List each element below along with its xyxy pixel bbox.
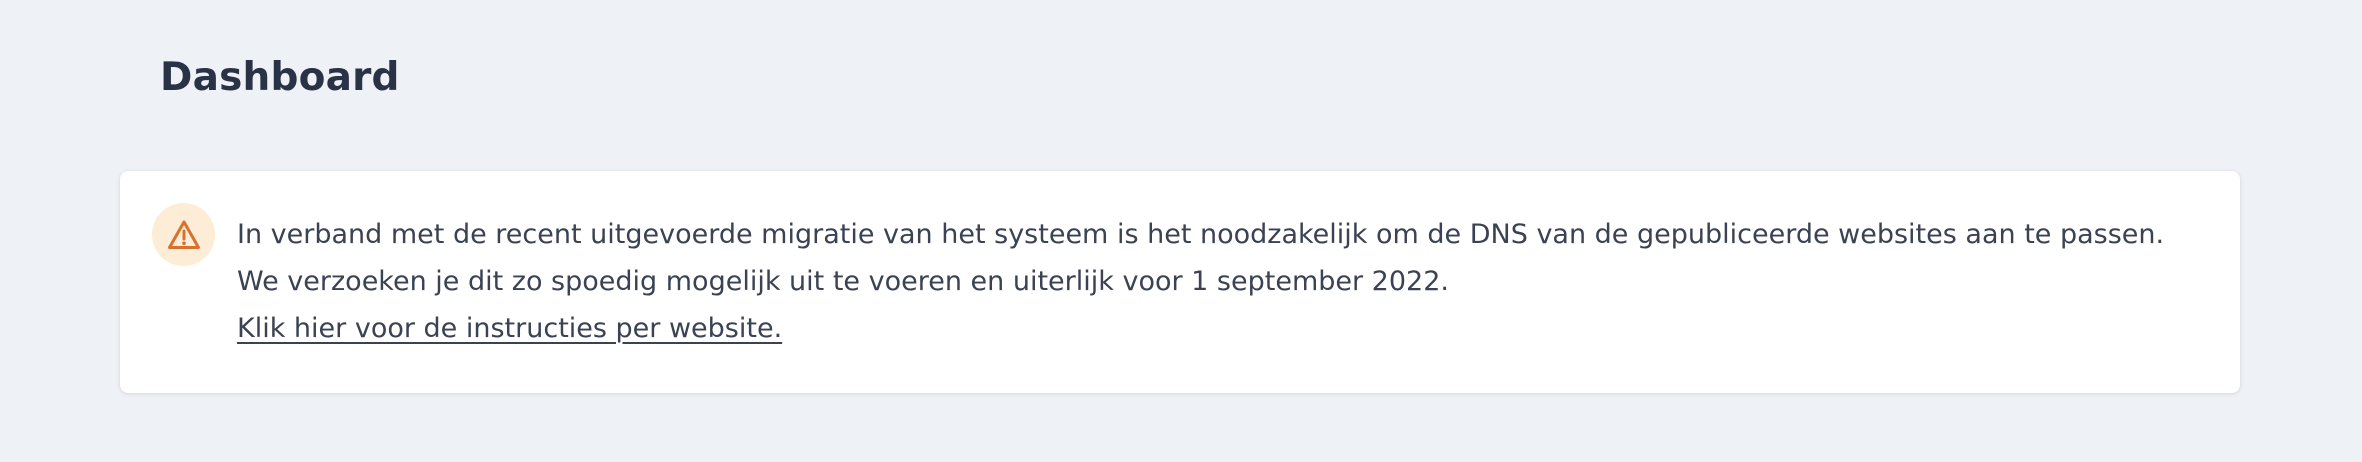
warning-triangle-icon (167, 220, 200, 249)
warning-icon-badge (152, 203, 215, 266)
alert-body: In verband met de recent uitgevoerde mig… (237, 211, 2197, 352)
dns-migration-alert: In verband met de recent uitgevoerde mig… (120, 171, 2240, 393)
alert-message: In verband met de recent uitgevoerde mig… (237, 219, 2165, 297)
page-title: Dashboard (160, 55, 400, 100)
instructions-link[interactable]: Klik hier voor de instructies per websit… (237, 305, 2197, 352)
